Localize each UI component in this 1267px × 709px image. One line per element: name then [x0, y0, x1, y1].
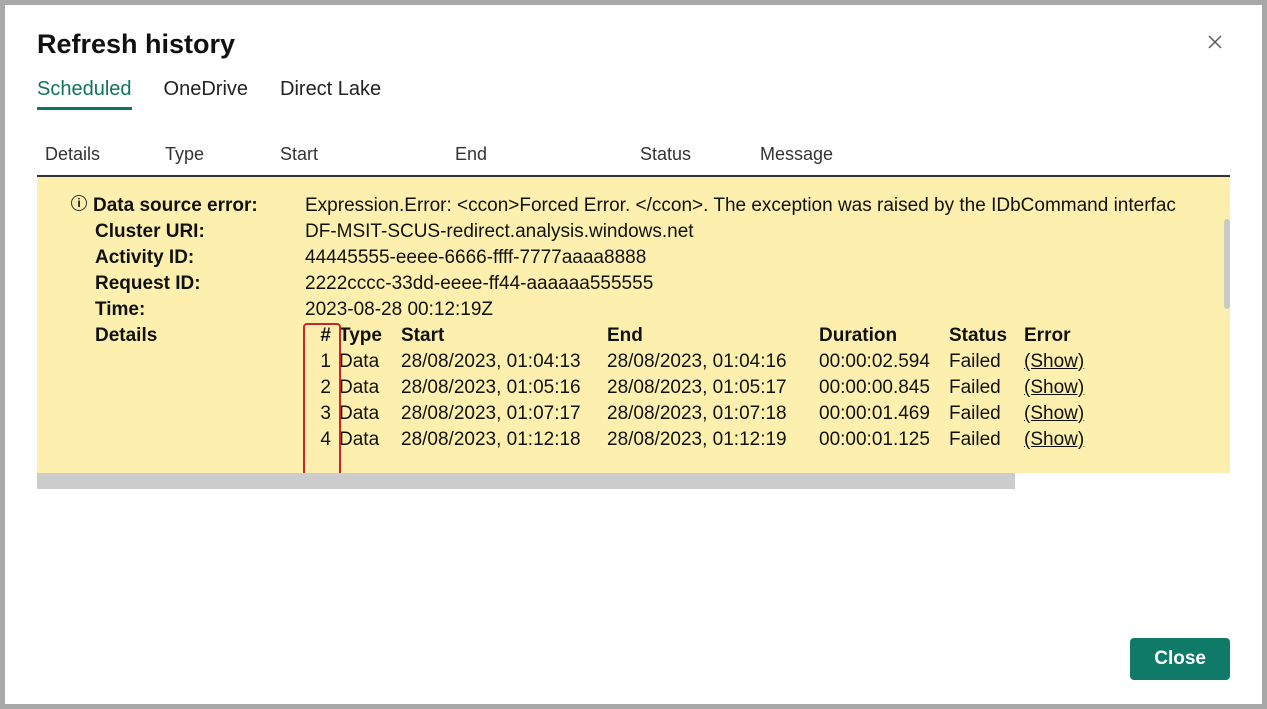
cell-num: 3 [305, 403, 339, 425]
close-icon[interactable] [1200, 29, 1230, 57]
cell-type: Data [339, 429, 401, 451]
label-cluster-uri: Cluster URI: [95, 221, 305, 243]
show-error-link[interactable]: (Show) [1024, 351, 1104, 373]
label-data-source-error: Data source error: [93, 195, 258, 217]
dialog-header: Refresh history [37, 29, 1230, 78]
horizontal-scrollbar[interactable] [37, 473, 1015, 489]
details-table: # Type Start End Duration Status Error 1… [305, 325, 1104, 451]
value-cluster-uri: DF-MSIT-SCUS-redirect.analysis.windows.n… [305, 221, 1230, 243]
cell-end: 28/08/2023, 01:04:16 [607, 351, 819, 373]
dh-type: Type [339, 325, 401, 347]
error-panel: i Data source error: Expression.Error: <… [37, 177, 1230, 473]
details-row: 2 Data 28/08/2023, 01:05:16 28/08/2023, … [305, 377, 1104, 399]
cell-end: 28/08/2023, 01:12:19 [607, 429, 819, 451]
details-row: 4 Data 28/08/2023, 01:12:18 28/08/2023, … [305, 429, 1104, 451]
cell-type: Data [339, 377, 401, 399]
outer-header-status: Status [640, 144, 760, 165]
label-details: Details [95, 325, 305, 451]
dh-status: Status [949, 325, 1024, 347]
dh-end: End [607, 325, 819, 347]
details-row: 3 Data 28/08/2023, 01:07:17 28/08/2023, … [305, 403, 1104, 425]
cell-type: Data [339, 403, 401, 425]
error-panel-wrap: i Data source error: Expression.Error: <… [37, 177, 1230, 473]
value-request-id: 2222cccc-33dd-eeee-ff44-aaaaaa555555 [305, 273, 1230, 295]
refresh-history-dialog: Refresh history Scheduled OneDrive Direc… [5, 5, 1262, 704]
cell-dur: 00:00:01.125 [819, 429, 949, 451]
close-button[interactable]: Close [1130, 638, 1230, 680]
outer-header-message: Message [760, 144, 1222, 165]
value-activity-id: 44445555-eeee-6666-ffff-7777aaaa8888 [305, 247, 1230, 269]
cell-type: Data [339, 351, 401, 373]
details-row: 1 Data 28/08/2023, 01:04:13 28/08/2023, … [305, 351, 1104, 373]
outer-header-end: End [455, 144, 640, 165]
label-time: Time: [95, 299, 305, 321]
kv-request-id: Request ID: 2222cccc-33dd-eeee-ff44-aaaa… [71, 273, 1230, 295]
show-error-link[interactable]: (Show) [1024, 403, 1104, 425]
cell-start: 28/08/2023, 01:12:18 [401, 429, 607, 451]
dialog-footer: Close [37, 618, 1230, 680]
dh-start: Start [401, 325, 607, 347]
cell-num: 2 [305, 377, 339, 399]
kv-activity-id: Activity ID: 44445555-eeee-6666-ffff-777… [71, 247, 1230, 269]
dh-num: # [305, 325, 339, 347]
cell-status: Failed [949, 403, 1024, 425]
outer-header-start: Start [280, 144, 455, 165]
dh-duration: Duration [819, 325, 949, 347]
outer-header-details: Details [45, 144, 165, 165]
cell-status: Failed [949, 351, 1024, 373]
value-time: 2023-08-28 00:12:19Z [305, 299, 1230, 321]
label-request-id: Request ID: [95, 273, 305, 295]
show-error-link[interactable]: (Show) [1024, 429, 1104, 451]
kv-time: Time: 2023-08-28 00:12:19Z [71, 299, 1230, 321]
info-icon: i [71, 195, 87, 211]
cell-start: 28/08/2023, 01:04:13 [401, 351, 607, 373]
details-header-row: # Type Start End Duration Status Error [305, 325, 1104, 347]
cell-end: 28/08/2023, 01:07:18 [607, 403, 819, 425]
cell-dur: 00:00:01.469 [819, 403, 949, 425]
kv-data-source-error: i Data source error: Expression.Error: <… [71, 195, 1230, 217]
page-title: Refresh history [37, 29, 235, 60]
cell-num: 4 [305, 429, 339, 451]
outer-header-type: Type [165, 144, 280, 165]
cell-status: Failed [949, 429, 1024, 451]
cell-status: Failed [949, 377, 1024, 399]
cell-num: 1 [305, 351, 339, 373]
label-activity-id: Activity ID: [95, 247, 305, 269]
cell-dur: 00:00:02.594 [819, 351, 949, 373]
dh-error: Error [1024, 325, 1104, 347]
tab-bar: Scheduled OneDrive Direct Lake [37, 78, 1230, 110]
cell-end: 28/08/2023, 01:05:17 [607, 377, 819, 399]
outer-table-header: Details Type Start End Status Message [37, 138, 1230, 177]
value-data-source-error: Expression.Error: <ccon>Forced Error. </… [305, 195, 1230, 217]
cell-start: 28/08/2023, 01:05:16 [401, 377, 607, 399]
tab-scheduled[interactable]: Scheduled [37, 78, 132, 110]
tab-onedrive[interactable]: OneDrive [164, 78, 248, 110]
show-error-link[interactable]: (Show) [1024, 377, 1104, 399]
cell-start: 28/08/2023, 01:07:17 [401, 403, 607, 425]
cell-dur: 00:00:00.845 [819, 377, 949, 399]
vertical-scrollbar[interactable] [1224, 219, 1230, 309]
kv-cluster-uri: Cluster URI: DF-MSIT-SCUS-redirect.analy… [71, 221, 1230, 243]
tab-directlake[interactable]: Direct Lake [280, 78, 381, 110]
details-block: Details # Type Start End Duration Status… [71, 325, 1230, 451]
